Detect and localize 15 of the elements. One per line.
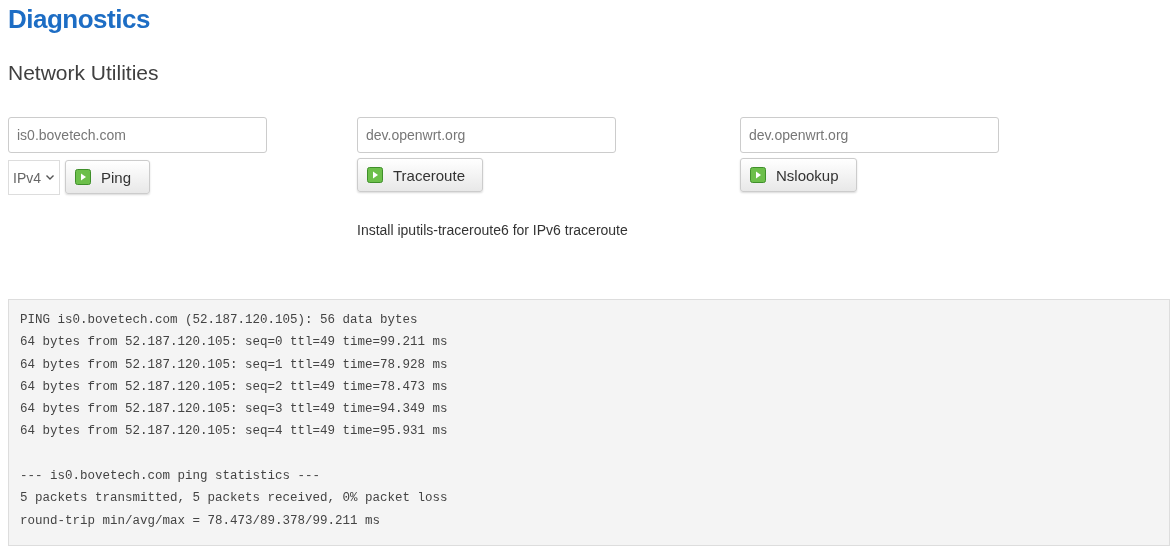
section-title: Network Utilities — [8, 61, 159, 85]
protocol-select[interactable]: IPv4 — [8, 160, 60, 195]
host-field[interactable]: dev.openwrt.org — [740, 117, 999, 153]
page-title: Diagnostics — [8, 4, 150, 35]
command-output: PING is0.bovetech.com (52.187.120.105): 56 data bytes 64 bytes from 52.187.120.105: seq=0 ttl=49 time=99.211 ms 64 bytes from 52.187.120.105: seq=1 ttl=49 time=78.928 ms 64 bytes from 52.187.120.105: seq=2 ttl=49 time=78.473 ms 64 bytes from 52.187.120.105: seq=3 ttl=49 time=94.349 ms 64 bytes from 52.187.120.105: seq=4 ttl=49 time=95.931 ms --- is0.bovetech.com ping statistics --- 5 packets transmitted, 5 packets received, 0% packet loss round-trip min/avg/max = 78.473/89.378/99.211 ms — [8, 299, 1170, 546]
play-icon — [367, 167, 383, 183]
ping-button[interactable]: Ping — [65, 160, 151, 194]
play-icon — [75, 169, 91, 185]
host-field[interactable]: is0.bovetech.com — [8, 117, 267, 153]
host-field[interactable]: dev.openwrt.org — [357, 117, 616, 153]
play-icon — [750, 167, 766, 183]
traceroute-button[interactable]: Traceroute — [357, 158, 483, 192]
hint-text: Install iputils-traceroute6 for IPv6 traceroute — [357, 222, 628, 238]
chevron-icon — [46, 175, 54, 180]
nslookup-button[interactable]: Nslookup — [740, 158, 857, 192]
